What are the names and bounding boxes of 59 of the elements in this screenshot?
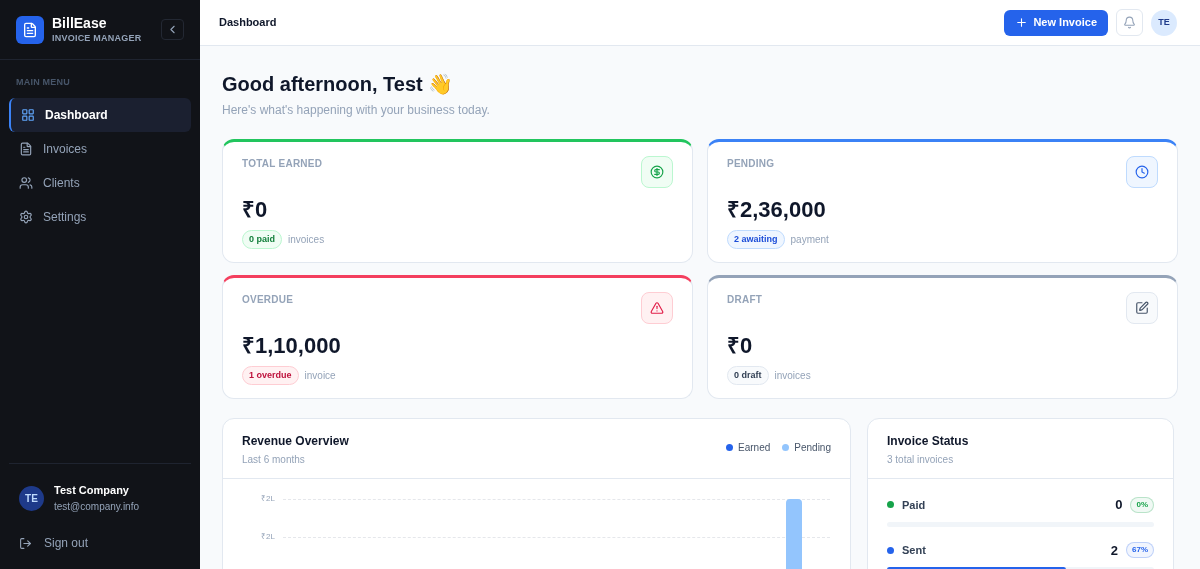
stat-badge: 0 paid — [242, 229, 282, 249]
greeting-title: Good afternoon, Test 👋 — [222, 72, 455, 97]
brand-subtitle: INVOICE MANAGER — [52, 32, 142, 44]
grid-icon — [21, 107, 35, 122]
brand-name: BillEase — [52, 15, 108, 33]
logo-icon — [16, 15, 44, 44]
stat-badge: 1 overdue — [242, 365, 299, 385]
stat-label: PENDING — [727, 157, 775, 171]
sign-out-button[interactable]: Sign out — [9, 531, 191, 555]
users-icon — [19, 175, 33, 190]
stat-note: invoice — [304, 368, 336, 383]
stat-value: ₹0 — [727, 332, 754, 360]
plus-icon — [1015, 16, 1029, 29]
stat-value: ₹1,10,000 — [242, 332, 342, 360]
edit-icon — [1126, 292, 1158, 324]
status-label: Paid — [902, 497, 926, 513]
card-title: Revenue Overview — [242, 433, 349, 450]
card-subtitle: 3 total invoices — [887, 453, 955, 467]
nav-item[interactable]: Dashboard — [9, 97, 191, 132]
stat-note: invoices — [288, 232, 325, 247]
stat-value: ₹0 — [242, 196, 269, 224]
nav-item[interactable]: Settings — [9, 199, 191, 234]
gear-icon — [19, 209, 33, 224]
dollar-icon — [641, 156, 673, 188]
user-avatar: TE — [19, 485, 44, 511]
stat-label: DRAFT — [727, 293, 763, 307]
legend-label: Earned — [738, 441, 771, 455]
legend-label: Pending — [794, 441, 831, 455]
greeting-subtitle: Here's what's happening with your business today. — [222, 102, 491, 119]
user-avatar[interactable]: TE — [1151, 9, 1177, 36]
percent-badge: 67% — [1126, 542, 1154, 559]
sign-out-icon — [19, 536, 32, 550]
status-label: Sent — [902, 543, 926, 558]
new-invoice-button[interactable]: New Invoice — [1004, 9, 1108, 36]
stat-note: invoices — [774, 368, 811, 383]
status-count: 0 — [1115, 496, 1123, 514]
nav-item[interactable]: Clients — [9, 165, 191, 200]
card-title: Invoice Status — [887, 433, 970, 450]
stat-value: ₹2,36,000 — [727, 196, 827, 224]
collapse-button[interactable] — [161, 19, 184, 40]
user-email: test@company.info — [54, 500, 139, 513]
stat-label: TOTAL EARNED — [242, 157, 323, 171]
nav-item[interactable]: Invoices — [9, 131, 191, 166]
document-icon — [19, 141, 33, 156]
clock-icon — [1126, 156, 1158, 188]
axis-label: ₹2L — [261, 493, 276, 505]
percent-badge: 0% — [1130, 496, 1154, 513]
stat-note: payment — [790, 232, 829, 247]
status-count: 2 — [1110, 541, 1118, 560]
card-subtitle: Last 6 months — [242, 453, 306, 467]
section-label: MAIN MENU — [15, 76, 72, 89]
axis-label: ₹2L — [261, 531, 276, 543]
bell-icon — [1123, 16, 1136, 29]
stat-badge: 2 awaiting — [727, 229, 785, 249]
stat-label: OVERDUE — [242, 293, 294, 307]
page-title: Dashboard — [219, 15, 277, 31]
stat-badge: 0 draft — [727, 365, 769, 385]
user-name: Test Company — [54, 483, 130, 498]
warning-icon — [641, 292, 673, 324]
